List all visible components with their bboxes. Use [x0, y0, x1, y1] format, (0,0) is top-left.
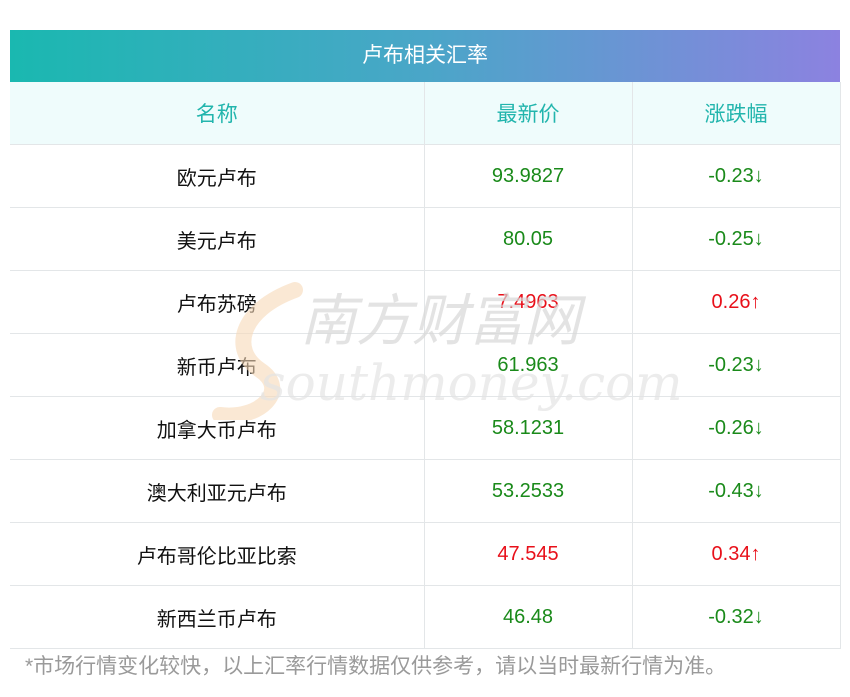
row-price: 7.4963	[424, 270, 633, 334]
exchange-rate-card: 卢布相关汇率 名称 最新价 涨跌幅 欧元卢布 93.9827 -0.23↓ 美元卢布 8…	[10, 30, 841, 649]
row-name: 卢布哥伦比亚比索	[10, 522, 425, 586]
row-name: 新西兰币卢布	[10, 585, 425, 649]
row-change: -0.25↓	[632, 207, 841, 271]
row-name: 欧元卢布	[10, 144, 425, 208]
row-name: 卢布苏磅	[10, 270, 425, 334]
disclaimer-note: *市场行情变化较快，以上汇率行情数据仅供参考，请以当时最新行情为准。	[25, 655, 727, 678]
row-price: 46.48	[424, 585, 633, 649]
row-change: -0.26↓	[632, 396, 841, 460]
table-row: 卢布哥伦比亚比索 47.545 0.34↑	[10, 522, 841, 586]
row-price: 61.963	[424, 333, 633, 397]
table-header-row: 名称 最新价 涨跌幅	[10, 82, 841, 145]
row-change: -0.43↓	[632, 459, 841, 523]
row-price: 80.05	[424, 207, 633, 271]
table-row: 加拿大币卢布 58.1231 -0.26↓	[10, 396, 841, 460]
table-row: 澳大利亚元卢布 53.2533 -0.43↓	[10, 459, 841, 523]
row-name: 澳大利亚元卢布	[10, 459, 425, 523]
row-name: 加拿大币卢布	[10, 396, 425, 460]
table-row: 新西兰币卢布 46.48 -0.32↓	[10, 585, 841, 649]
row-name: 新币卢布	[10, 333, 425, 397]
row-price: 53.2533	[424, 459, 633, 523]
table-body: 欧元卢布 93.9827 -0.23↓ 美元卢布 80.05 -0.25↓ 卢布苏磅 7.49…	[10, 144, 841, 649]
row-name: 美元卢布	[10, 207, 425, 271]
row-change: 0.34↑	[632, 522, 841, 586]
row-change: -0.23↓	[632, 144, 841, 208]
table-row: 新币卢布 61.963 -0.23↓	[10, 333, 841, 397]
table-row: 卢布苏磅 7.4963 0.26↑	[10, 270, 841, 334]
card-title: 卢布相关汇率	[10, 30, 840, 82]
header-price: 最新价	[424, 82, 633, 145]
table-row: 美元卢布 80.05 -0.25↓	[10, 207, 841, 271]
row-price: 58.1231	[424, 396, 633, 460]
header-change: 涨跌幅	[632, 82, 841, 145]
table-row: 欧元卢布 93.9827 -0.23↓	[10, 144, 841, 208]
rates-table: 名称 最新价 涨跌幅 欧元卢布 93.9827 -0.23↓ 美元卢布 80.05 -0.…	[10, 82, 841, 649]
row-price: 93.9827	[424, 144, 633, 208]
row-change: -0.23↓	[632, 333, 841, 397]
row-change: 0.26↑	[632, 270, 841, 334]
row-price: 47.545	[424, 522, 633, 586]
row-change: -0.32↓	[632, 585, 841, 649]
header-name: 名称	[10, 82, 425, 145]
